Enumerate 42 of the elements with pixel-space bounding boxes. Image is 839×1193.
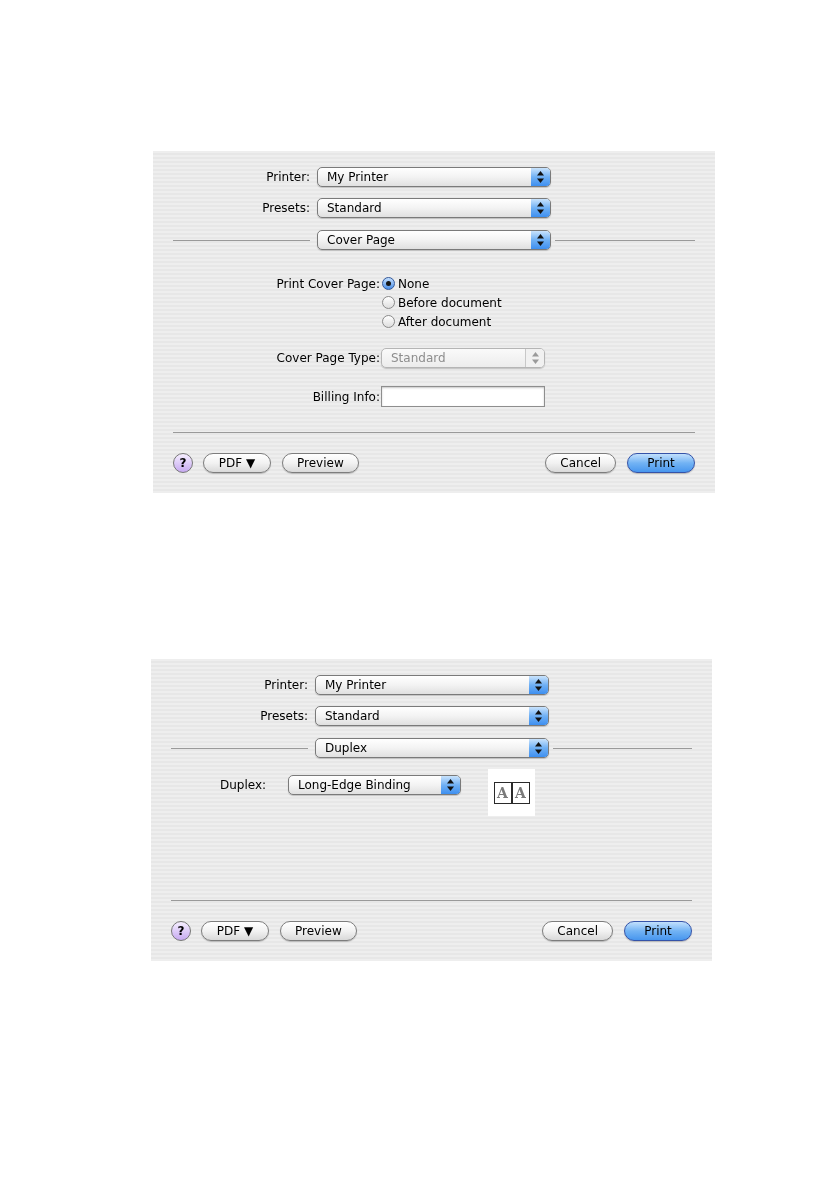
billing-info-field[interactable] [381, 386, 545, 407]
field-label: Billing Info: [312, 390, 380, 403]
push-button[interactable]: Cancel [542, 921, 613, 941]
field-label: Print Cover Page: [276, 277, 380, 290]
help-button[interactable]: ? [173, 453, 193, 473]
stepper-arrows-icon [531, 168, 550, 186]
stepper-arrows-icon [525, 349, 544, 367]
field-label: Presets: [260, 710, 308, 722]
field-label: Presets: [262, 202, 310, 214]
popup-button[interactable]: Long-Edge Binding [288, 775, 461, 795]
push-button[interactable]: Preview [282, 453, 359, 473]
radio-label: Before document [398, 296, 502, 309]
printer-popup[interactable]: My Printer [315, 675, 549, 695]
radio-button[interactable] [382, 277, 395, 290]
field-label: Printer: [264, 679, 308, 691]
stepper-arrows-icon [529, 707, 548, 725]
radio-label: None [398, 277, 430, 290]
radio-button[interactable] [382, 315, 395, 328]
book-page: A [493, 781, 512, 804]
stepper-arrows-icon [531, 199, 550, 217]
field-label: Duplex: [220, 779, 267, 791]
push-button[interactable]: PDF ▼ [201, 921, 269, 941]
stepper-arrows-icon [531, 231, 550, 249]
field-label: Cover Page Type: [276, 352, 380, 364]
stepper-arrows-icon [529, 739, 548, 757]
presets-popup[interactable]: Standard [317, 198, 551, 218]
push-button[interactable]: Cancel [545, 453, 616, 473]
radio-label: After document [398, 315, 492, 328]
default-button[interactable]: Print [624, 921, 692, 941]
radio-button[interactable] [382, 296, 395, 309]
printer-popup[interactable]: My Printer [317, 167, 551, 187]
presets-popup[interactable]: Standard [315, 706, 549, 726]
push-button[interactable]: Preview [280, 921, 357, 941]
stepper-arrows-icon [441, 776, 460, 794]
push-button[interactable]: PDF ▼ [203, 453, 271, 473]
default-button[interactable]: Print [627, 453, 695, 473]
panel-popup[interactable]: Duplex [315, 738, 549, 758]
help-button[interactable]: ? [171, 921, 191, 941]
field-label: Printer: [266, 171, 310, 183]
stepper-arrows-icon [529, 676, 548, 694]
panel-popup[interactable]: Cover Page [317, 230, 551, 250]
book-page: A [511, 781, 530, 804]
